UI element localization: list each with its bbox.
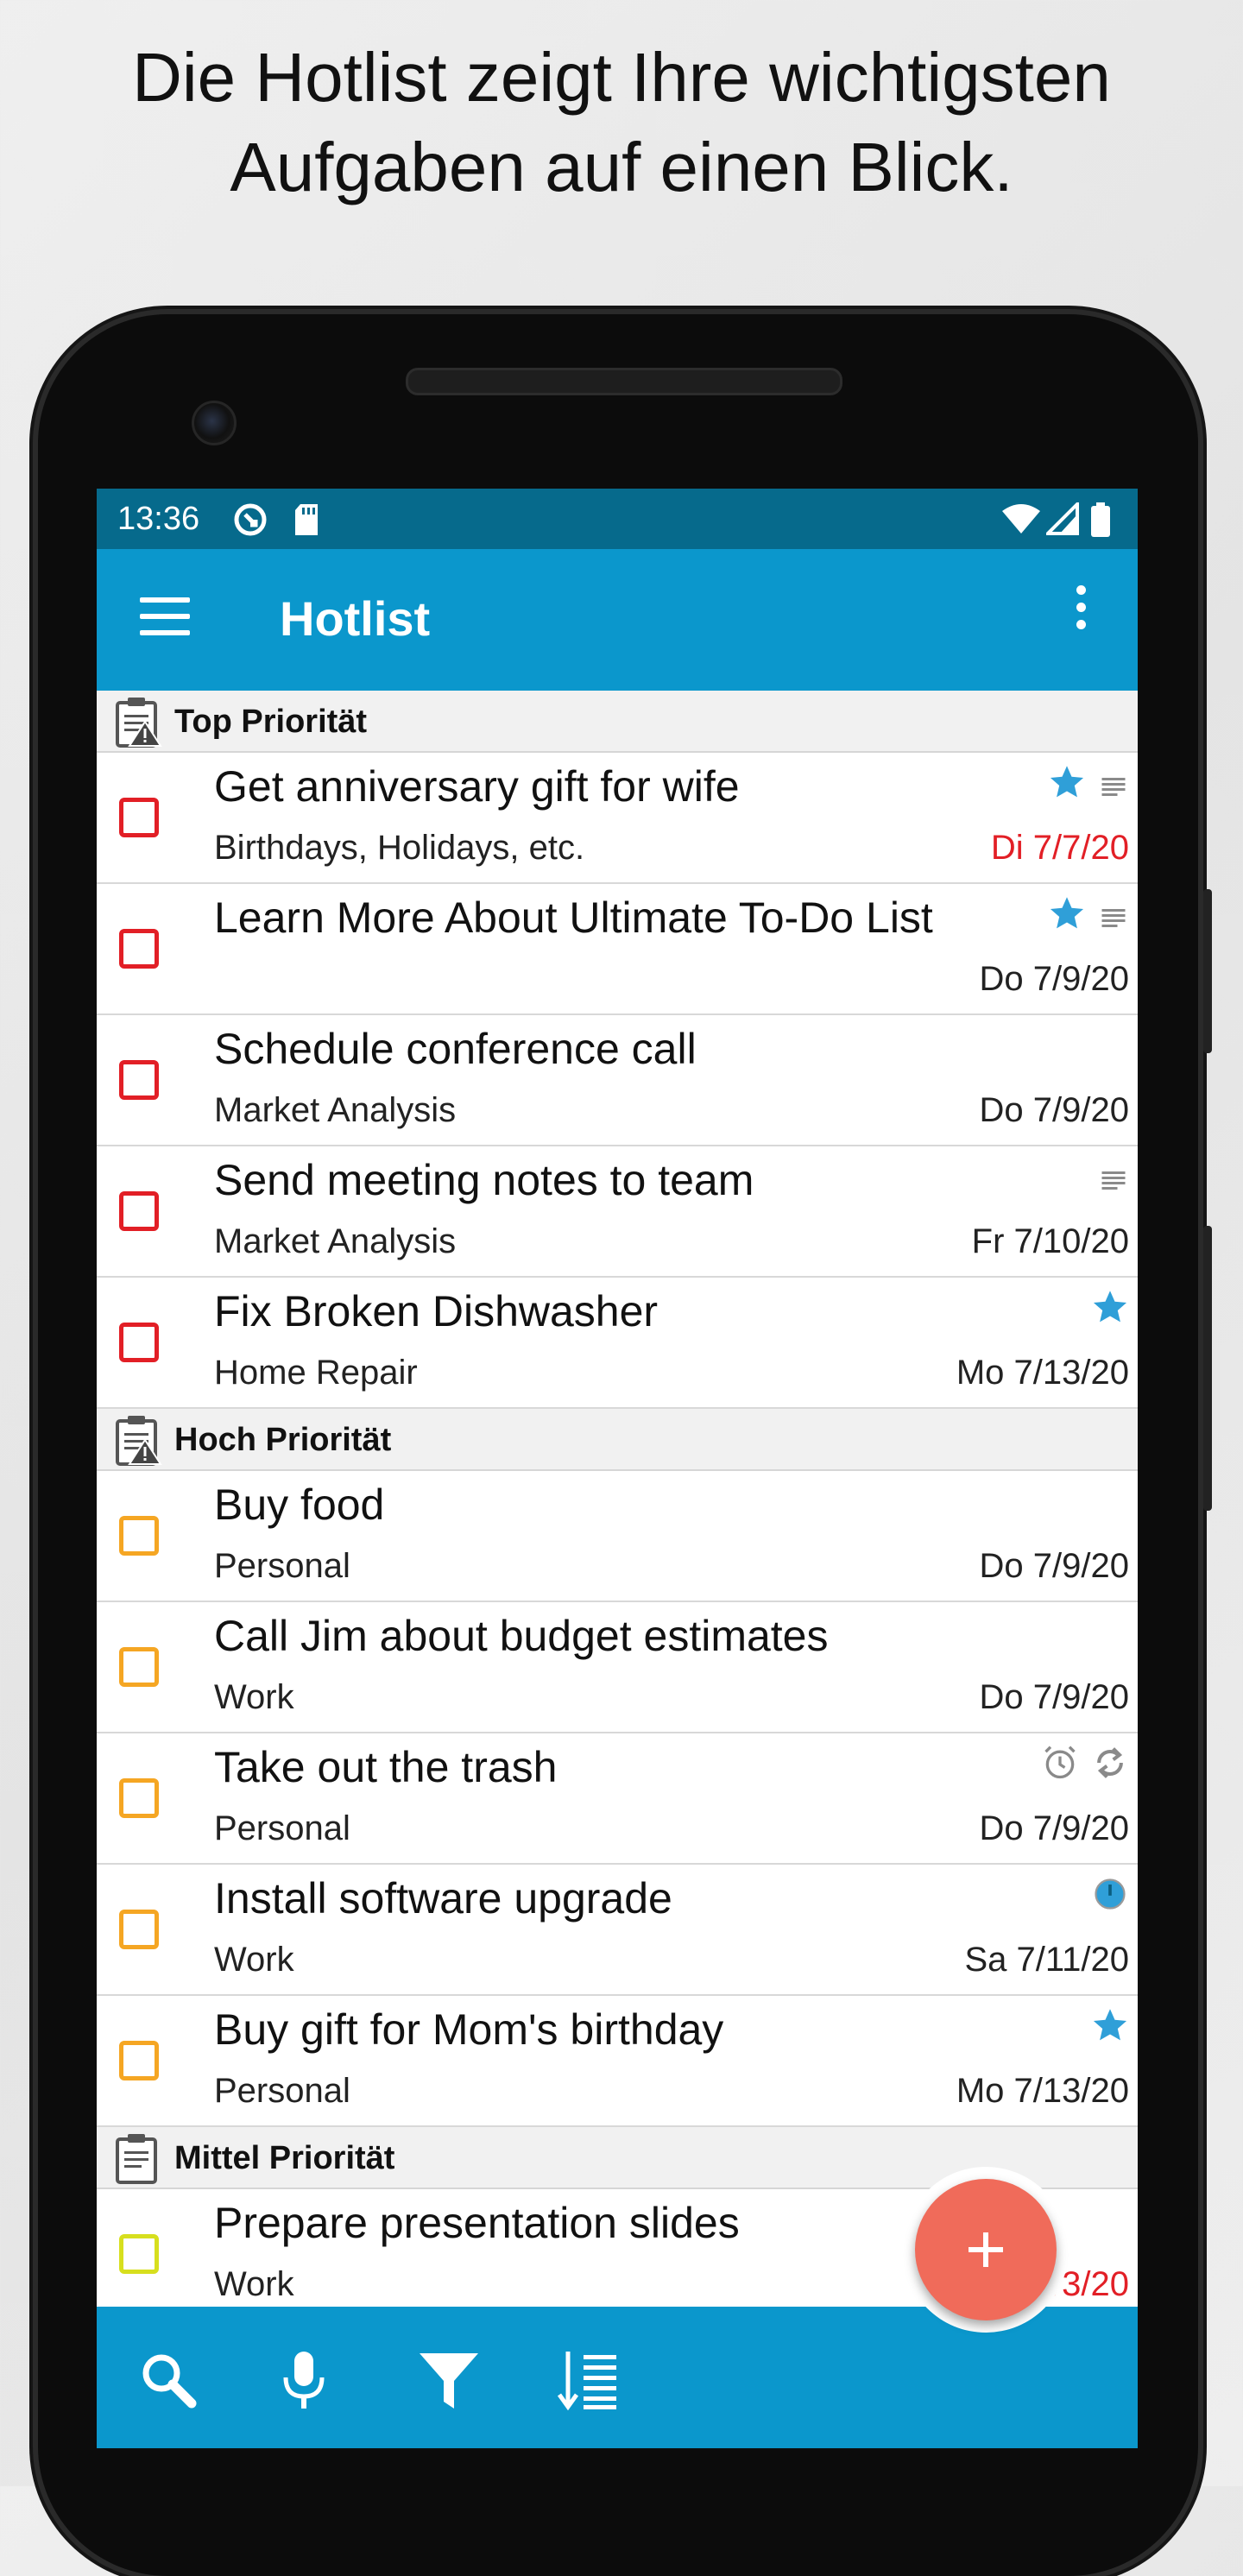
signal-icon [1046,502,1079,535]
section-label: Hoch Priorität [174,1422,392,1458]
task-checkbox[interactable] [119,2234,159,2274]
clipboard-warning-icon [116,698,162,748]
task-title: Call Jim about budget estimates [214,1612,829,1660]
task-list: Top Priorität Get anniversary gift for wi… [97,691,1138,2320]
star-icon [1093,1291,1127,1323]
task-row[interactable]: Get anniversary gift for wife Birthdays, … [97,753,1138,884]
task-category: Personal [214,1547,350,1585]
task-title: Take out the trash [214,1743,558,1791]
headline-line-2: Aufgaben auf einen Blick. [230,129,1013,205]
task-due-date: Mo 7/13/20 [956,2072,1129,2110]
task-checkbox[interactable] [119,798,159,837]
task-title: Fix Broken Dishwasher [214,1287,659,1335]
task-due-date: Mo 7/13/20 [956,1354,1129,1392]
task-category: Work [214,1678,294,1716]
headline-line-1: Die Hotlist zeigt Ihre wichtigsten [132,39,1111,116]
volume-button [1203,1226,1212,1511]
task-row[interactable]: Send meeting notes to team Market Analysi… [97,1146,1138,1278]
star-icon [1050,766,1084,798]
task-category: Birthdays, Holidays, etc. [214,829,585,867]
clipboard-warning-icon [116,1416,162,1466]
section-header: Hoch Priorität [97,1409,1138,1471]
task-checkbox[interactable] [119,1323,159,1362]
task-category: Work [214,1941,294,1979]
plus-icon-stroke [983,2232,988,2267]
task-row[interactable]: Install software upgrade Work Sa 7/11/20 [97,1865,1138,1996]
task-due-date: Di 7/7/20 [990,829,1129,867]
front-camera [192,401,237,445]
microphone-icon[interactable] [278,2350,330,2412]
task-checkbox[interactable] [119,1778,159,1818]
task-category: Work [214,2265,294,2303]
hamburger-menu-icon[interactable] [140,597,190,635]
task-row[interactable]: Buy gift for Mom's birthday Personal Mo 7/… [97,1996,1138,2127]
filter-icon[interactable] [418,2350,480,2412]
task-title: Install software upgrade [214,1874,672,1923]
promo-headline: Die Hotlist zeigt Ihre wichtigsten Aufga… [0,33,1243,212]
task-title: Prepare presentation slides [214,2199,740,2247]
task-row[interactable]: Buy food Personal Do 7/9/20 [97,1471,1138,1602]
task-row[interactable]: Call Jim about budget estimates Work Do 7/… [97,1602,1138,1733]
alarm-icon [1044,1746,1076,1779]
power-button [1203,889,1212,1053]
search-icon[interactable] [138,2350,199,2410]
task-checkbox[interactable] [119,2041,159,2080]
task-row[interactable]: Schedule conference call Market Analysis D… [97,1015,1138,1146]
task-title: Schedule conference call [214,1025,697,1073]
status-time: 13:36 [117,501,200,537]
add-task-button[interactable] [915,2179,1057,2320]
task-checkbox[interactable] [119,1910,159,1949]
section-label: Mittel Priorität [174,2140,395,2176]
task-title: Send meeting notes to team [214,1156,754,1204]
star-icon [1050,897,1084,929]
task-due-date: Do 7/9/20 [979,1547,1129,1585]
task-category: Market Analysis [214,1222,457,1260]
phone-screen: 13:36 Hotlist Top Priorität Get anniversa… [97,489,1138,2486]
task-checkbox[interactable] [119,1191,159,1231]
bottom-toolbar [97,2307,1138,2448]
task-title: Learn More About Ultimate To-Do List [214,893,933,942]
task-due-date: Sa 7/11/20 [964,1941,1129,1979]
repeat-icon [1097,1747,1123,1778]
app-bar: Hotlist [97,549,1138,691]
task-due-date: /3/20 [1052,2265,1129,2303]
sd-card-icon [295,504,318,535]
task-title: Buy food [214,1481,385,1529]
page-title: Hotlist [280,591,431,646]
task-row[interactable]: Take out the trash Personal Do 7/9/20 [97,1733,1138,1865]
task-category: Home Repair [214,1354,418,1392]
earpiece-speaker [406,368,842,395]
task-checkbox[interactable] [119,1647,159,1687]
star-icon [1093,2009,1127,2041]
sync-icon [234,503,267,536]
task-title: Buy gift for Mom's birthday [214,2005,724,2054]
task-due-date: Fr 7/10/20 [971,1222,1129,1260]
task-title: Get anniversary gift for wife [214,762,740,811]
section-label: Top Priorität [174,704,368,740]
wifi-icon [1002,504,1040,534]
task-checkbox[interactable] [119,929,159,969]
status-bar: 13:36 [97,489,1138,549]
status-dot-icon [1095,1878,1126,1910]
task-checkbox[interactable] [119,1060,159,1100]
note-icon [1101,778,1126,796]
task-category: Personal [214,1809,350,1847]
task-row[interactable]: Fix Broken Dishwasher Home Repair Mo 7/13/… [97,1278,1138,1409]
screen-bottom-edge [97,2448,1138,2486]
sort-icon[interactable] [558,2350,618,2412]
task-category: Market Analysis [214,1091,457,1129]
more-vert-icon[interactable] [1072,585,1089,654]
task-due-date: Do 7/9/20 [979,1091,1129,1129]
battery-icon [1091,502,1110,537]
task-due-date: Do 7/9/20 [979,960,1129,998]
note-icon [1101,1171,1126,1190]
section-header: Top Priorität [97,691,1138,753]
task-category: Personal [214,2072,350,2110]
note-icon [1101,909,1126,927]
task-due-date: Do 7/9/20 [979,1678,1129,1716]
task-row[interactable]: Learn More About Ultimate To-Do List Do 7… [97,884,1138,1015]
clipboard-icon [116,2134,157,2184]
task-checkbox[interactable] [119,1516,159,1556]
task-due-date: Do 7/9/20 [979,1809,1129,1847]
